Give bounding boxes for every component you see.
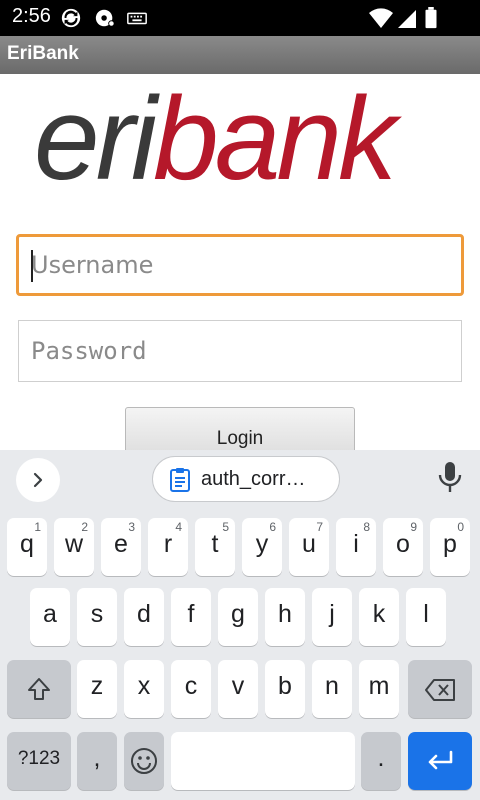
chevron-right-icon xyxy=(33,472,43,488)
key-label: q xyxy=(20,530,34,558)
backspace-icon xyxy=(425,679,455,701)
key-y[interactable]: 6y xyxy=(242,518,282,576)
space-key[interactable] xyxy=(171,732,355,790)
password-field[interactable] xyxy=(18,320,462,382)
key-f[interactable]: f xyxy=(171,588,211,646)
key-label: . xyxy=(377,744,385,772)
app-title: EriBank xyxy=(7,43,79,64)
text-caret xyxy=(31,250,33,282)
username-field[interactable] xyxy=(16,234,464,296)
key-label: t xyxy=(211,530,219,558)
key-label: j xyxy=(329,600,335,628)
backspace-key[interactable] xyxy=(408,660,472,718)
symbols-key[interactable]: ?123 xyxy=(7,732,71,790)
clipboard-text: auth_corr… xyxy=(201,468,306,490)
key-label: e xyxy=(114,530,128,558)
key-label: b xyxy=(278,672,292,700)
key-label: c xyxy=(184,672,198,700)
key-j[interactable]: j xyxy=(312,588,352,646)
key-label: v xyxy=(231,672,245,700)
key-h[interactable]: h xyxy=(265,588,305,646)
login-button[interactable]: Login xyxy=(125,407,355,450)
key-label: r xyxy=(163,530,173,558)
comma-key[interactable]: , xyxy=(77,732,117,790)
key-label: s xyxy=(90,600,104,628)
key-r[interactable]: 4r xyxy=(148,518,188,576)
keyboard-icon xyxy=(126,7,148,29)
key-i[interactable]: 8i xyxy=(336,518,376,576)
sync-icon xyxy=(60,7,82,29)
battery-icon xyxy=(424,7,438,29)
soft-keyboard: auth_corr… 1q 2w 3e 4r 5t 6y 7u 8i 9o 0p… xyxy=(0,450,480,800)
mic-icon[interactable] xyxy=(436,460,464,494)
wifi-icon xyxy=(368,7,394,29)
logo-part-bank: bank xyxy=(153,74,397,205)
key-q[interactable]: 1q xyxy=(7,518,47,576)
enter-icon xyxy=(428,750,453,770)
key-g[interactable]: g xyxy=(218,588,258,646)
disc-icon xyxy=(94,7,116,29)
key-label: h xyxy=(278,600,292,628)
key-b[interactable]: b xyxy=(265,660,305,718)
emoji-key[interactable] xyxy=(124,732,164,790)
login-screen: eribank Login xyxy=(0,74,480,450)
key-v[interactable]: v xyxy=(218,660,258,718)
key-n[interactable]: n xyxy=(312,660,352,718)
key-e[interactable]: 3e xyxy=(101,518,141,576)
key-label: k xyxy=(372,600,386,628)
key-label: , xyxy=(93,744,101,772)
status-bar: 2:56 xyxy=(0,0,480,36)
key-label: w xyxy=(64,530,84,558)
key-d[interactable]: d xyxy=(124,588,164,646)
key-label: x xyxy=(137,672,151,700)
username-input[interactable] xyxy=(19,237,461,293)
key-z[interactable]: z xyxy=(77,660,117,718)
shift-icon xyxy=(28,678,50,700)
key-c[interactable]: c xyxy=(171,660,211,718)
keyboard-toolbar: auth_corr… xyxy=(0,450,480,508)
password-input[interactable] xyxy=(19,321,461,381)
key-m[interactable]: m xyxy=(359,660,399,718)
key-label: ?123 xyxy=(17,748,61,769)
clipboard-suggestion-chip[interactable]: auth_corr… xyxy=(152,456,340,502)
signal-icon xyxy=(396,7,418,29)
key-label: o xyxy=(396,530,410,558)
key-t[interactable]: 5t xyxy=(195,518,235,576)
enter-key[interactable] xyxy=(408,732,472,790)
key-o[interactable]: 9o xyxy=(383,518,423,576)
key-label: m xyxy=(368,672,390,700)
key-label: z xyxy=(90,672,104,700)
status-time: 2:56 xyxy=(12,5,51,27)
key-label: p xyxy=(443,530,457,558)
eribank-logo: eribank xyxy=(34,80,454,198)
key-s[interactable]: s xyxy=(77,588,117,646)
period-key[interactable]: . xyxy=(361,732,401,790)
key-x[interactable]: x xyxy=(124,660,164,718)
key-label: f xyxy=(187,600,195,628)
key-label: y xyxy=(255,530,269,558)
key-label: n xyxy=(325,672,339,700)
shift-key[interactable] xyxy=(7,660,71,718)
key-label: u xyxy=(302,530,316,558)
clipboard-icon xyxy=(170,468,190,492)
logo-part-eri: eri xyxy=(34,74,157,205)
key-label: g xyxy=(231,600,245,628)
key-k[interactable]: k xyxy=(359,588,399,646)
key-l[interactable]: l xyxy=(406,588,446,646)
key-label: i xyxy=(353,530,359,558)
app-title-bar: EriBank xyxy=(0,36,480,74)
key-u[interactable]: 7u xyxy=(289,518,329,576)
key-label: l xyxy=(423,600,429,628)
key-w[interactable]: 2w xyxy=(54,518,94,576)
keyboard-expand-button[interactable] xyxy=(16,458,60,502)
key-label: d xyxy=(137,600,151,628)
emoji-icon xyxy=(131,748,157,774)
key-a[interactable]: a xyxy=(30,588,70,646)
key-label: a xyxy=(43,600,57,628)
key-p[interactable]: 0p xyxy=(430,518,470,576)
